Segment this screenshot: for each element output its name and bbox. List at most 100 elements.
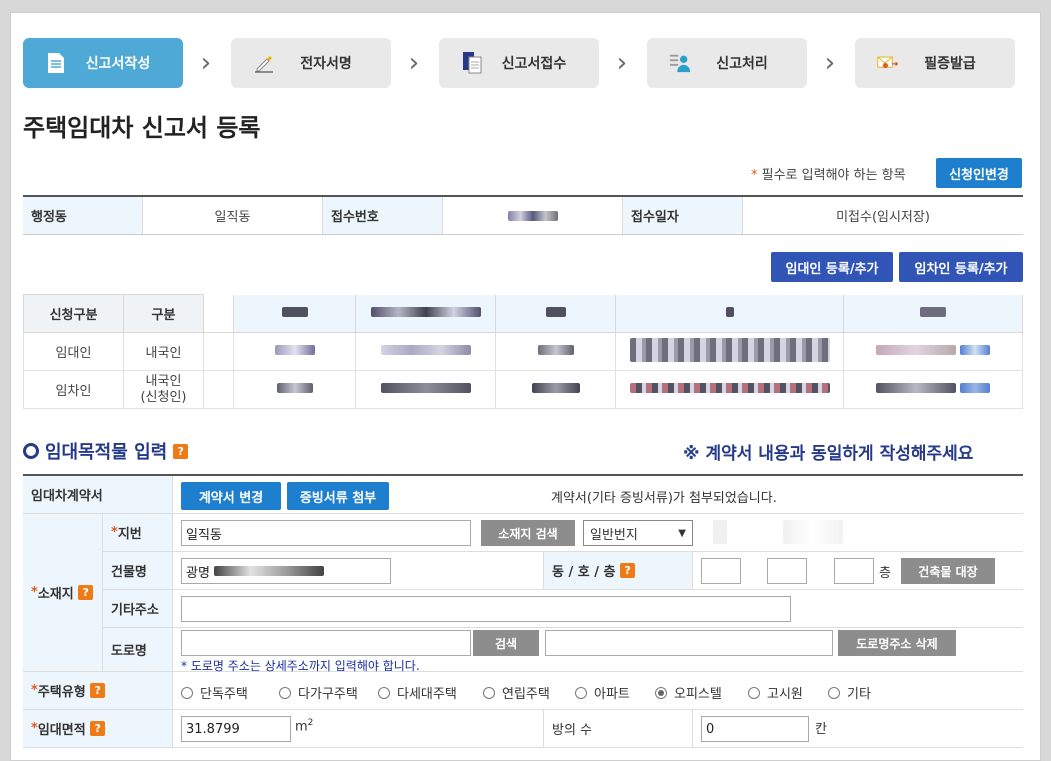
house-type-row: * 주택유형 ? 단독주택 다가구주택 다세대주택 연립주택 아파트 오피스텔 고… [23,672,1023,710]
area-label: * 임대면적 ? [23,710,173,747]
help-icon[interactable]: ? [90,721,106,736]
attach-evidence-button[interactable]: 증빙서류 첨부 [287,482,389,510]
section-title: 임대목적물 입력 ? [23,438,189,464]
redacted-cell [355,370,496,409]
column-header-redacted [355,294,496,333]
house-type-option[interactable]: 다가구주택 [279,683,358,702]
delete-road-button[interactable]: 도로명주소 삭제 [838,630,956,656]
page-container: 신고서작성 › 전자서명 › 신고서접수 › 신고처리 › 필증발급 주택임대차… [10,12,1041,761]
jibun-type-select[interactable]: 일반번지 ▼ [583,520,693,546]
building-name-input[interactable]: 광명 [181,558,391,584]
column-header-redacted [615,294,844,333]
add-landlord-button[interactable]: 임대인 등록/추가 [771,252,893,282]
change-contract-button[interactable]: 계약서 변경 [181,482,281,510]
step-sign[interactable]: 전자서명 [231,38,391,88]
road-label: 도로명 [103,628,173,671]
documents-icon [461,50,483,76]
help-icon[interactable]: ? [90,683,106,698]
rooms-input[interactable]: 0 [701,716,809,742]
house-type-option[interactable]: 기타 [828,683,871,702]
area-unit: m2 [295,718,314,735]
contract-label: 임대차계약서 [23,476,173,513]
column-header-redacted [233,294,356,333]
chevron-down-icon: ▼ [678,527,686,539]
required-note: * 필수로 입력해야 하는 항목 [751,168,906,183]
step-label: 전자서명 [300,56,352,72]
help-icon[interactable]: ? [173,443,189,459]
house-type-option[interactable]: 다세대주택 [378,683,457,702]
user-process-icon [669,50,691,76]
redacted-cell [843,370,1023,409]
house-type-option[interactable]: 단독주택 [181,683,248,702]
redacted-cell [615,370,844,409]
party-kind-cell: 내국인 (신청인) [123,370,204,409]
column-header: 신청구분 [23,294,124,333]
floor-input[interactable] [834,558,874,584]
step-submit[interactable]: 신고서접수 [439,38,599,88]
step-label: 신고서접수 [501,56,567,72]
redacted-cell [355,332,496,371]
road-address-input[interactable] [181,630,471,656]
spacer-cell [203,370,234,409]
table-row[interactable]: 임차인 내국인 (신청인) [23,370,1023,409]
redacted-cell [233,370,356,409]
change-applicant-button[interactable]: 신청인변경 [936,158,1022,188]
building-ledger-button[interactable]: 건축물 대장 [901,558,995,584]
other-address-label: 기타주소 [103,590,173,627]
road-address-row: 도로명 검색 도로명주소 삭제 * 도로명 주소는 상세주소까지 입력해야 합니… [103,628,1023,673]
house-type-option[interactable]: 아파트 [575,683,630,702]
redacted-cell [615,332,844,371]
receipt-info-bar: 행정동 일직동 접수번호 접수일자 미접수(임시저장) [23,195,1023,235]
party-table: 신청구분 구분 임대인 내국인 임차인 내국인 (신청인) [23,294,1023,411]
receipt-no-label: 접수번호 [323,197,443,234]
jibun-row: * 지번 일직동 소재지 검색 일반번지 ▼ [103,514,1023,552]
dong-ho-floor-label: 동 / 호 / 층 ? [543,552,693,589]
house-type-label: * 주택유형 ? [23,672,173,709]
add-tenant-button[interactable]: 임차인 등록/추가 [899,252,1023,282]
redacted-block [713,520,727,544]
chevron-right-icon: › [616,48,628,78]
progress-steps: 신고서작성 › 전자서명 › 신고서접수 › 신고처리 › 필증발급 [23,38,1023,88]
chevron-right-icon: › [200,48,212,78]
step-label: 신고서작성 [85,56,151,72]
area-row: * 임대면적 ? 31.8799 m2 방의 수 0 칸 [23,710,1023,748]
party-kind-cell: 내국인 [123,332,204,371]
search-location-button[interactable]: 소재지 검색 [481,520,575,546]
redacted-block [783,520,843,544]
party-type-cell: 임차인 [23,370,124,409]
receipt-no-value [443,197,623,234]
table-row[interactable]: 임대인 내국인 [23,332,1023,371]
ho-input[interactable] [767,558,807,584]
step-certificate[interactable]: 필증발급 [855,38,1015,88]
redacted-cell [233,332,356,371]
redacted-cell [495,332,616,371]
spacer-cell [203,332,234,371]
chevron-right-icon: › [824,48,836,78]
building-row: 건물명 광명 동 / 호 / 층 ? 층 건축물 대장 [103,552,1023,590]
step-write[interactable]: 신고서작성 [23,38,183,88]
other-address-input[interactable] [181,596,791,622]
spacer-cell [203,294,234,333]
building-label: 건물명 [103,552,173,589]
house-type-option[interactable]: 연립주택 [483,683,550,702]
area-input[interactable]: 31.8799 [181,716,291,742]
help-icon[interactable]: ? [78,585,94,600]
redacted-cell [843,332,1023,371]
house-type-option[interactable]: 고시원 [748,683,803,702]
search-road-button[interactable]: 검색 [473,630,539,656]
column-header-redacted [843,294,1023,333]
house-type-option-selected[interactable]: 오피스텔 [655,683,722,702]
floor-unit: 층 [879,566,891,581]
district-value: 일직동 [143,197,323,234]
dong-input[interactable] [701,558,741,584]
jibun-input[interactable]: 일직동 [181,520,471,546]
column-header-redacted [495,294,616,333]
road-detail-input[interactable] [545,630,833,656]
help-icon[interactable]: ? [620,563,636,578]
rooms-unit: 칸 [815,722,827,737]
party-type-cell: 임대인 [23,332,124,371]
page-title: 주택임대차 신고서 등록 [23,114,261,142]
receipt-date-label: 접수일자 [623,197,743,234]
redacted-cell [495,370,616,409]
step-process[interactable]: 신고처리 [647,38,807,88]
